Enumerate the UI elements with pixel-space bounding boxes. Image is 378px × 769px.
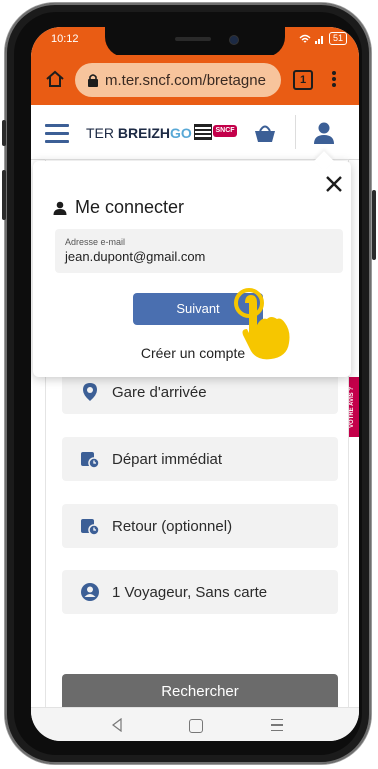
address-bar[interactable]: m.ter.sncf.com/bretagne	[75, 63, 281, 97]
calendar-clock-icon	[81, 519, 100, 536]
popup-title: Me connecter	[53, 197, 184, 218]
tap-hand-icon	[234, 288, 290, 360]
url-text: m.ter.sncf.com/bretagne	[105, 71, 266, 89]
speaker-grille	[175, 37, 211, 41]
phone-power-button	[372, 190, 376, 260]
logo-name: BREIZH	[117, 125, 171, 141]
status-icons: 51	[299, 32, 347, 45]
header-divider	[295, 115, 296, 149]
calendar-clock-icon	[81, 452, 100, 469]
sncf-logo: SNCF	[213, 125, 237, 137]
phone-screen: 10:12 51 m.ter.sncf.com/bretagne 1 TER B…	[31, 27, 359, 741]
phone-side-button	[2, 120, 6, 146]
battery-indicator: 51	[328, 32, 347, 45]
logo-suffix: GO	[170, 125, 192, 141]
return-field[interactable]: Retour (optionnel)	[62, 504, 338, 548]
email-field-label: Adresse e-mail	[65, 237, 126, 247]
arrival-station-label: Gare d'arrivée	[112, 383, 207, 401]
phone-notch	[105, 27, 285, 57]
android-nav-bar	[31, 707, 359, 741]
home-nav-icon[interactable]	[189, 719, 203, 733]
close-icon[interactable]	[325, 175, 343, 193]
travellers-label: 1 Voyageur, Sans carte	[112, 583, 268, 601]
wifi-icon	[299, 34, 311, 43]
front-camera	[229, 35, 239, 45]
basket-icon[interactable]	[253, 122, 277, 144]
email-field-value: jean.dupont@gmail.com	[65, 249, 206, 264]
lock-icon	[88, 74, 98, 87]
travellers-field[interactable]: 1 Voyageur, Sans carte	[62, 570, 338, 614]
site-header: TER BREIZHGO SNCF	[31, 105, 359, 160]
feedback-tab[interactable]: VOTRE AVIS ?	[349, 377, 359, 437]
login-popup: Me connecter Adresse e-mail jean.dupont@…	[33, 151, 353, 377]
breton-flag-icon	[194, 124, 212, 140]
return-label: Retour (optionnel)	[112, 517, 233, 535]
browser-toolbar: m.ter.sncf.com/bretagne 1	[31, 55, 359, 105]
hamburger-menu-icon[interactable]	[45, 124, 69, 143]
traveller-icon	[81, 583, 99, 601]
home-icon[interactable]	[45, 69, 65, 89]
departure-label: Départ immédiat	[112, 450, 223, 468]
back-icon[interactable]	[111, 718, 123, 732]
account-icon[interactable]	[313, 121, 335, 145]
phone-volume-button	[2, 170, 6, 220]
create-account-link[interactable]: Créer un compte	[33, 345, 353, 361]
email-field[interactable]: Adresse e-mail jean.dupont@gmail.com	[55, 229, 343, 273]
logo-prefix: TER	[86, 125, 118, 141]
signal-icon	[314, 35, 323, 44]
browser-menu-icon[interactable]	[331, 69, 337, 91]
site-logo[interactable]: TER BREIZHGO	[86, 125, 192, 141]
user-icon	[53, 201, 67, 215]
departure-field[interactable]: Départ immédiat	[62, 437, 338, 481]
location-pin-icon	[83, 383, 97, 401]
recent-apps-icon[interactable]	[271, 719, 283, 731]
popup-title-text: Me connecter	[75, 197, 185, 217]
status-time: 10:12	[51, 33, 79, 45]
tab-switcher-icon[interactable]: 1	[293, 70, 313, 90]
